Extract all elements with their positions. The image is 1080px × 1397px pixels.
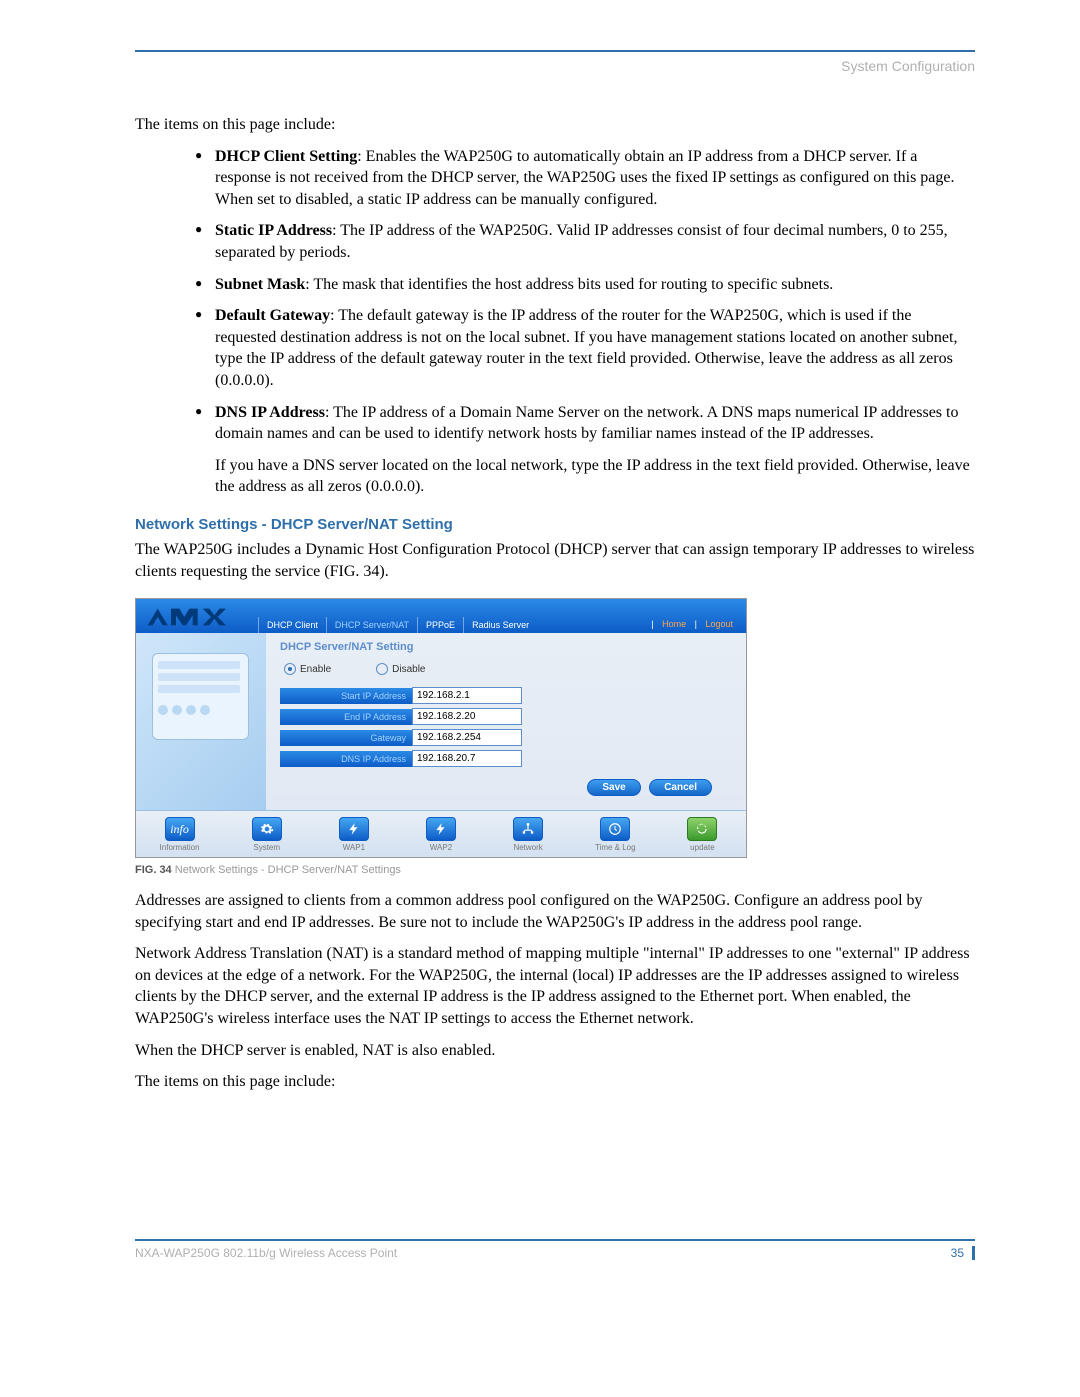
- device-illustration: [136, 633, 266, 810]
- input-end-ip[interactable]: [412, 708, 522, 725]
- app-top-bar: DHCP Client DHCP Server/NAT PPPoE Radius…: [136, 599, 746, 633]
- input-start-ip[interactable]: [412, 687, 522, 704]
- label-start-ip: Start IP Address: [280, 688, 412, 704]
- label-gateway: Gateway: [280, 730, 412, 746]
- home-link[interactable]: Home: [659, 619, 689, 629]
- list-item: Default Gateway: The default gateway is …: [195, 305, 975, 391]
- tab-pppoe[interactable]: PPPoE: [417, 617, 463, 633]
- page-header-title: System Configuration: [135, 58, 975, 74]
- dns-note: If you have a DNS server located on the …: [135, 455, 975, 498]
- footer-product-name: NXA-WAP250G 802.11b/g Wireless Access Po…: [135, 1246, 397, 1260]
- figure-caption: FIG. 34 Network Settings - DHCP Server/N…: [135, 864, 975, 876]
- radio-dot-selected-icon: [284, 663, 296, 675]
- body-paragraph: Addresses are assigned to clients from a…: [135, 890, 975, 933]
- list-item: DNS IP Address: The IP address of a Doma…: [195, 402, 975, 445]
- section-body: The WAP250G includes a Dynamic Host Conf…: [135, 539, 975, 582]
- save-button[interactable]: Save: [587, 779, 640, 796]
- logout-link[interactable]: Logout: [702, 619, 736, 629]
- intro-text: The items on this page include:: [135, 114, 975, 136]
- top-links: | Home | Logout: [648, 619, 736, 629]
- body-paragraph: Network Address Translation (NAT) is a s…: [135, 943, 975, 1029]
- tab-bar: DHCP Client DHCP Server/NAT PPPoE Radius…: [258, 599, 537, 633]
- input-gateway[interactable]: [412, 729, 522, 746]
- panel-title: DHCP Server/NAT Setting: [280, 641, 732, 653]
- definition-list: DHCP Client Setting: Enables the WAP250G…: [135, 146, 975, 445]
- amx-logo: [146, 607, 246, 633]
- bottom-nav: info Information System WAP1 WAP2: [136, 810, 746, 857]
- list-item: Static IP Address: The IP address of the…: [195, 220, 975, 263]
- nav-system[interactable]: System: [223, 811, 310, 857]
- tab-dhcp-server-nat[interactable]: DHCP Server/NAT: [326, 617, 417, 633]
- label-end-ip: End IP Address: [280, 709, 412, 725]
- network-icon: [513, 817, 543, 841]
- gear-icon: [252, 817, 282, 841]
- info-icon: info: [165, 817, 195, 841]
- tab-dhcp-client[interactable]: DHCP Client: [258, 617, 326, 633]
- refresh-icon: [687, 817, 717, 841]
- nav-update[interactable]: update: [659, 811, 746, 857]
- settings-form: DHCP Server/NAT Setting Enable Disable S…: [266, 633, 746, 810]
- radio-enable[interactable]: Enable: [284, 663, 331, 675]
- nav-wap2[interactable]: WAP2: [397, 811, 484, 857]
- label-dns-ip: DNS IP Address: [280, 751, 412, 767]
- bolt-icon: [426, 817, 456, 841]
- cancel-button[interactable]: Cancel: [649, 779, 712, 796]
- radio-disable[interactable]: Disable: [376, 663, 425, 675]
- clock-icon: [600, 817, 630, 841]
- nav-network[interactable]: Network: [485, 811, 572, 857]
- body-paragraph: When the DHCP server is enabled, NAT is …: [135, 1040, 975, 1062]
- screenshot-figure: DHCP Client DHCP Server/NAT PPPoE Radius…: [135, 598, 747, 858]
- nav-wap1[interactable]: WAP1: [310, 811, 397, 857]
- page-footer: NXA-WAP250G 802.11b/g Wireless Access Po…: [135, 1239, 975, 1260]
- nav-information[interactable]: info Information: [136, 811, 223, 857]
- list-item: Subnet Mask: The mask that identifies th…: [195, 274, 975, 296]
- input-dns-ip[interactable]: [412, 750, 522, 767]
- list-item: DHCP Client Setting: Enables the WAP250G…: [195, 146, 975, 211]
- section-heading: Network Settings - DHCP Server/NAT Setti…: [135, 516, 975, 533]
- page-number: 35: [951, 1246, 975, 1260]
- body-paragraph: The items on this page include:: [135, 1071, 975, 1093]
- tab-radius-server[interactable]: Radius Server: [463, 617, 537, 633]
- nav-time-log[interactable]: Time & Log: [572, 811, 659, 857]
- bolt-icon: [339, 817, 369, 841]
- radio-dot-icon: [376, 663, 388, 675]
